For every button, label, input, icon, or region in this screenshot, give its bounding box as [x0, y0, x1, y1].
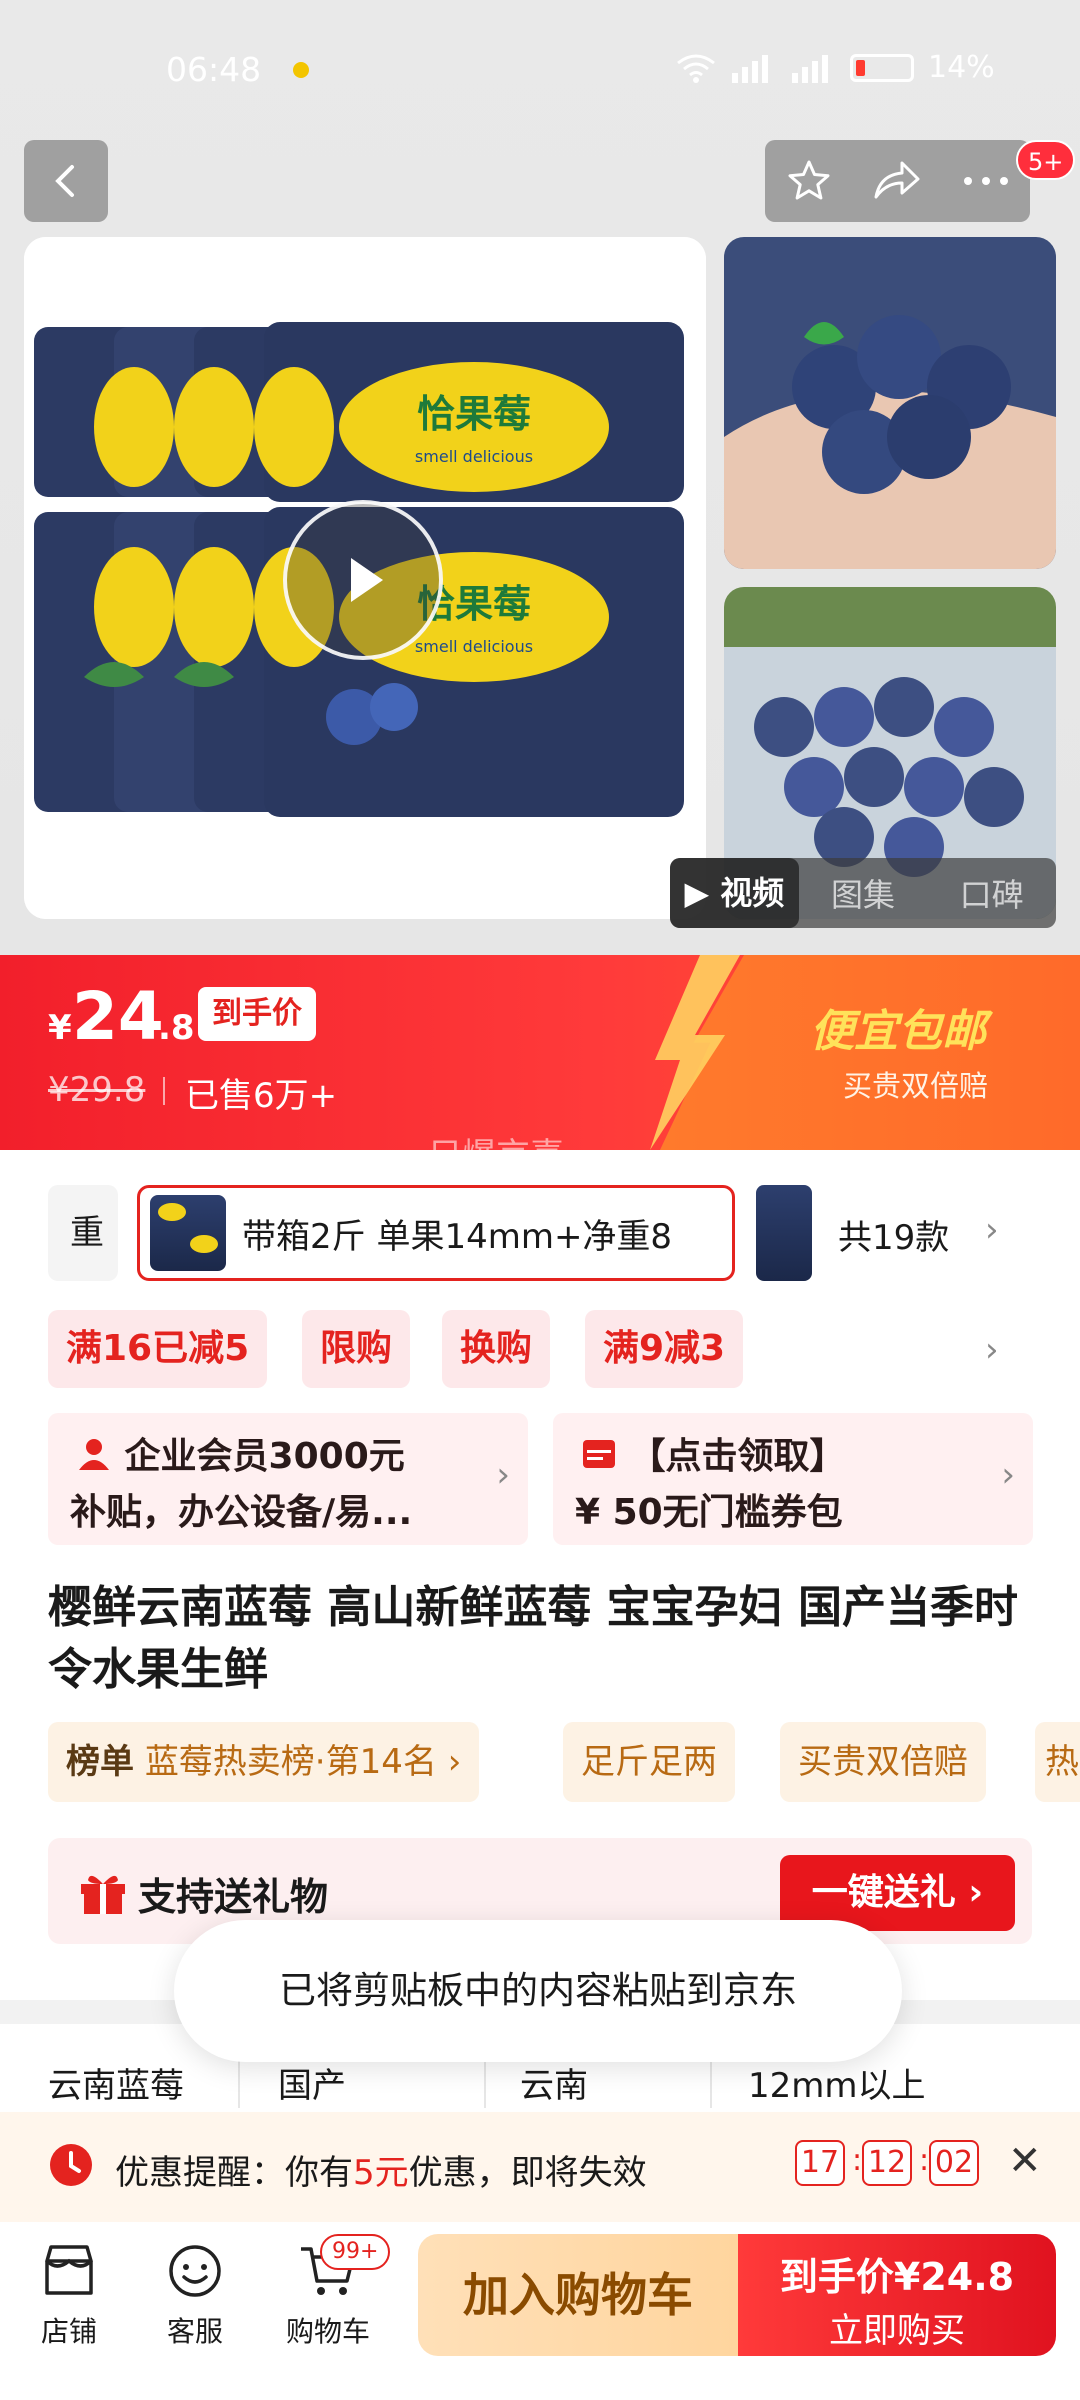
tab-reviews[interactable]: 口碑: [927, 870, 1056, 916]
status-bar: 06:48 14%: [0, 0, 1080, 140]
coupon-pack-card[interactable]: 【点击领取】 ¥ 50无门槛券包 ›: [553, 1413, 1033, 1545]
promo-subtitle: 买贵双倍赔: [843, 1069, 989, 1103]
sku-option-selected[interactable]: 带箱2斤 单果14mm+净重8: [137, 1185, 735, 1281]
share-button[interactable]: [867, 151, 927, 211]
cart-count-badge: 99+: [320, 2234, 391, 2270]
chevron-right-icon: ›: [496, 1455, 510, 1495]
ranking-tag[interactable]: 榜单 蓝莓热卖榜·第14名 ›: [48, 1722, 480, 1802]
enterprise-card-line1: 企业会员3000元: [76, 1427, 405, 1479]
person-icon: [79, 1439, 109, 1470]
service-tag-2[interactable]: 买贵双倍赔: [780, 1722, 986, 1802]
gallery-thumbnail-1[interactable]: [724, 237, 1056, 569]
service-tag-3[interactable]: 热: [1035, 1722, 1080, 1802]
sold-count: 已售6万+: [185, 1076, 338, 1116]
signal-icon-2: [792, 54, 828, 83]
favorite-button[interactable]: [779, 151, 839, 211]
wifi-icon: [677, 54, 715, 83]
service-label: 客服: [166, 2315, 223, 2348]
play-video-button[interactable]: [283, 500, 443, 660]
reminder-amount: 5元: [353, 2153, 409, 2193]
message-badge: 5+: [1016, 140, 1076, 180]
gift-icon: [81, 1875, 125, 1914]
sku-thumbnail: [150, 1195, 226, 1271]
chevron-right-icon: ›: [1001, 1455, 1015, 1495]
service-icon: [169, 2245, 221, 2297]
price-integer: 24: [72, 978, 164, 1055]
sku-count[interactable]: 共19款: [838, 1210, 949, 1259]
buy-price-label: 到手价¥24.8: [779, 2255, 1015, 2299]
reminder-text: 优惠提醒：你有5元优惠，即将失效: [115, 2153, 647, 2193]
coupon-tag-2[interactable]: 限购: [302, 1310, 411, 1388]
product-title: 樱鲜云南蓝莓 高山新鲜蓝莓 宝宝孕妇 国产当季时令水果生鲜: [48, 1582, 1018, 1695]
enterprise-member-card[interactable]: 企业会员3000元 补贴，办公设备/易... ›: [48, 1413, 528, 1545]
status-time: 06:48: [166, 50, 262, 89]
coupon-card-line1: 【点击领取】: [581, 1427, 846, 1479]
enterprise-card-line2: 补贴，办公设备/易...: [70, 1492, 413, 1533]
signal-icon: [732, 54, 768, 83]
price-currency: ¥: [48, 1008, 72, 1048]
shop-icon: [45, 2245, 93, 2295]
coupons-chevron-icon[interactable]: ›: [985, 1330, 999, 1370]
buy-now-label: 立即购买: [829, 2311, 965, 2351]
brand-sub-text: smell delicious: [415, 447, 533, 466]
ranking-label: 榜单: [66, 1742, 134, 1782]
play-icon: [351, 558, 383, 602]
notification-dot-icon: [293, 62, 309, 78]
spec-origin-country: 国产: [278, 2066, 346, 2106]
countdown-colon: :: [919, 2143, 930, 2178]
more-icon: [963, 177, 1008, 185]
blueberries-hand-image: [724, 237, 1056, 569]
coupon-tag-4[interactable]: 满9减3: [585, 1310, 744, 1388]
star-icon: [788, 160, 830, 200]
price-decimal: .8: [158, 1008, 195, 1048]
header-actions: [765, 140, 1030, 222]
close-icon[interactable]: ✕: [1008, 2138, 1042, 2184]
spec-origin-region: 云南: [520, 2066, 588, 2106]
cart-label: 购物车: [285, 2315, 370, 2348]
back-button[interactable]: [24, 140, 108, 222]
coupon-tag-1[interactable]: 满16已减5: [48, 1310, 268, 1388]
chevron-left-icon: [55, 165, 74, 197]
countdown-colon: :: [852, 2143, 863, 2178]
share-icon: [874, 161, 920, 199]
original-price: ¥29.8: [48, 1070, 146, 1110]
sku-option-next-thumbnail[interactable]: [756, 1185, 812, 1281]
coupon-card-line2: ¥ 50无门槛券包: [575, 1492, 843, 1533]
coupon-tag-3[interactable]: 换购: [442, 1310, 551, 1388]
media-tabs: ▶ 视频 图集 口碑: [670, 858, 1056, 928]
sku-option-prev[interactable]: 重: [48, 1185, 118, 1281]
lightning-icon: [650, 955, 740, 1150]
countdown-seconds: 02: [929, 2140, 979, 2186]
tab-gallery[interactable]: 图集: [799, 870, 928, 916]
countdown-minutes: 12: [862, 2140, 912, 2186]
brand-text: 恰果莓: [417, 392, 531, 436]
clock-icon: [50, 2144, 92, 2186]
coupon-icon: [583, 1440, 615, 1468]
sku-selected-label: 带箱2斤 单果14mm+净重8: [242, 1216, 673, 1257]
clipboard-toast: 已将剪贴板中的内容粘贴到京东: [174, 1920, 902, 2062]
price-label-badge: 到手价: [198, 987, 316, 1041]
service-tag-1[interactable]: 足斤足两: [563, 1722, 735, 1802]
promo-title: 便宜包邮: [810, 1006, 986, 1057]
tab-video[interactable]: ▶ 视频: [670, 858, 799, 928]
more-button[interactable]: [956, 151, 1016, 211]
shop-label: 店铺: [40, 2315, 97, 2348]
buy-now-button[interactable]: 到手价¥24.8 立即购买: [738, 2234, 1056, 2356]
battery-icon: [850, 53, 914, 82]
spec-variety: 云南蓝莓: [48, 2066, 184, 2106]
customer-service-button[interactable]: 客服: [140, 2240, 250, 2350]
ranking-text: 蓝莓热卖榜·第14名: [144, 1742, 437, 1782]
chevron-right-icon[interactable]: ›: [985, 1210, 999, 1250]
gift-text: 支持送礼物: [138, 1875, 329, 1919]
countdown-hours: 17: [795, 2140, 845, 2186]
add-to-cart-button[interactable]: 加入购物车: [418, 2234, 738, 2356]
brand-sub-text-2: smell delicious: [415, 637, 533, 656]
spec-size: 12mm以上: [748, 2066, 926, 2106]
status-indicators: 14%: [676, 50, 995, 85]
price-divider: [163, 1077, 165, 1105]
shop-button[interactable]: 店铺: [14, 2240, 124, 2350]
battery-percent: 14%: [928, 50, 995, 85]
